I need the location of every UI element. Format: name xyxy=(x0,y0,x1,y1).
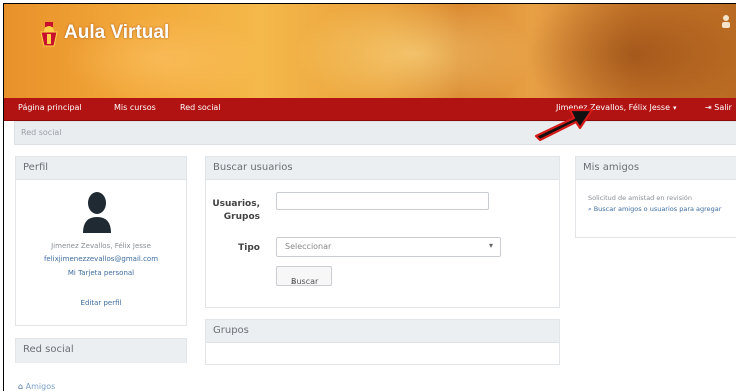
search-users-panel: Buscar usuarios Usuarios, Grupos Tipo Se… xyxy=(205,156,560,308)
users-groups-label: Usuarios, Grupos xyxy=(212,199,260,222)
logout-icon: ⇥ xyxy=(705,103,712,112)
groups-panel-header: Grupos xyxy=(206,320,559,343)
nav-my-courses[interactable]: Mis cursos xyxy=(114,103,156,112)
profile-name: Jimenez Zevallos, Félix Jesse xyxy=(51,242,151,250)
type-label: Tipo xyxy=(238,243,260,253)
logo-crest-icon xyxy=(40,22,58,47)
profile-panel-title: Perfil xyxy=(23,162,49,173)
profile-panel: Perfil Jimenez Zevallos, Félix Jesse fel… xyxy=(15,156,187,326)
friends-panel-title: Mis amigos xyxy=(583,162,640,173)
main-navbar: Página principal Mis cursos Red social J… xyxy=(4,98,736,121)
profile-email[interactable]: felixjimenezzevallos@gmail.com xyxy=(16,255,186,263)
search-button-label: Buscar xyxy=(291,277,319,286)
edit-profile-link[interactable]: Editar perfil xyxy=(16,299,186,307)
logout-link[interactable]: ⇥ Salir xyxy=(705,103,732,112)
pointer-arrow-icon xyxy=(534,108,594,142)
find-friends-link[interactable]: ⌕ Buscar amigos o usuarios para agregar xyxy=(588,205,721,214)
type-select-value: Seleccionar xyxy=(285,242,332,251)
nav-home[interactable]: Página principal xyxy=(18,103,82,112)
groups-panel-title: Grupos xyxy=(213,325,249,336)
search-panel-title: Buscar usuarios xyxy=(213,162,293,173)
friends-panel: Mis amigos Solicitud de amistad en revis… xyxy=(575,156,736,238)
breadcrumb: Red social xyxy=(14,121,736,145)
social-sidebar-title: Red social xyxy=(23,344,74,355)
social-sidebar-header: Red social xyxy=(16,339,186,363)
personal-card-link[interactable]: Mi Tarjeta personal xyxy=(16,269,186,277)
users-groups-input[interactable] xyxy=(276,192,489,210)
search-panel-header: Buscar usuarios xyxy=(206,157,559,180)
groups-panel: Grupos xyxy=(205,319,560,365)
breadcrumb-current[interactable]: Red social xyxy=(21,128,62,137)
profile-panel-header: Perfil xyxy=(16,157,186,180)
type-select[interactable]: Seleccionar ▾ xyxy=(276,237,501,257)
caret-down-icon: ▾ xyxy=(488,241,493,250)
search-icon: ⌕ xyxy=(588,205,592,213)
friends-panel-header: Mis amigos xyxy=(576,157,736,180)
nav-social[interactable]: Red social xyxy=(180,103,221,112)
header-banner: Aula Virtual xyxy=(4,4,736,124)
browser-frame: Aula Virtual Página principal Mis cursos… xyxy=(3,3,736,391)
logout-label: Salir xyxy=(714,103,732,112)
find-friends-label: Buscar amigos o usuarios para agregar xyxy=(593,205,722,213)
avatar xyxy=(83,192,111,233)
social-sidebar-panel: Red social xyxy=(15,338,187,363)
search-button[interactable]: ⌕ Buscar xyxy=(276,266,332,286)
user-silhouette-icon xyxy=(722,15,730,28)
caret-down-icon: ▾ xyxy=(673,104,677,112)
friend-requests-text: Solicitud de amistad en revisión xyxy=(588,194,693,202)
app-title[interactable]: Aula Virtual xyxy=(64,22,169,44)
